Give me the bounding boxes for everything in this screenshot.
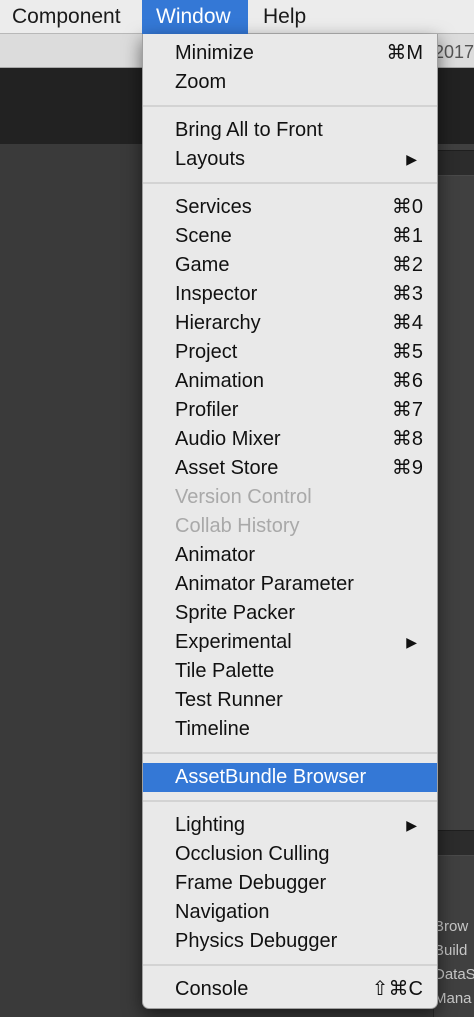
menu-item-shortcut: ⌘6 xyxy=(391,370,423,392)
menu-item-audio-mixer[interactable]: Audio Mixer ⌘8 xyxy=(143,425,437,454)
menu-item-label: Animator Parameter xyxy=(175,573,354,595)
menu-item-animator-parameter[interactable]: Animator Parameter xyxy=(143,570,437,599)
menu-item-label: Occlusion Culling xyxy=(175,843,330,865)
menu-item-label: Animation xyxy=(175,370,264,392)
menu-item-version-control: Version Control xyxy=(143,483,437,512)
menu-item-label: Timeline xyxy=(175,718,250,740)
menu-item-shortcut: ⌘0 xyxy=(391,196,423,218)
project-list-item[interactable]: Build xyxy=(434,942,467,959)
menu-item-services[interactable]: Services ⌘0 xyxy=(143,193,437,222)
project-list-item[interactable]: Brow xyxy=(434,918,468,935)
menu-item-label: Zoom xyxy=(175,71,227,93)
menu-item-label: Hierarchy xyxy=(175,312,261,334)
menu-item-label: Experimental xyxy=(175,631,292,653)
menu-item-occlusion-culling[interactable]: Occlusion Culling xyxy=(143,840,437,869)
menu-item-tile-palette[interactable]: Tile Palette xyxy=(143,657,437,686)
window-menu-dropdown: Minimize ⌘M Zoom Bring All to Front Layouts ▶… xyxy=(142,34,438,1009)
right-panel xyxy=(433,144,474,1017)
menu-item-assetbundle-browser[interactable]: AssetBundle Browser xyxy=(143,763,437,792)
menu-item-navigation[interactable]: Navigation xyxy=(143,898,437,927)
menu-item-zoom[interactable]: Zoom xyxy=(143,68,437,97)
menu-window[interactable]: Window xyxy=(142,0,248,34)
menu-separator xyxy=(143,800,437,802)
menu-separator xyxy=(143,105,437,107)
menu-item-collab-history: Collab History xyxy=(143,512,437,541)
menu-item-shortcut: ⌘5 xyxy=(391,341,423,363)
project-list-item[interactable]: Mana xyxy=(434,990,472,1007)
menu-item-shortcut: ⌘3 xyxy=(391,283,423,305)
menu-item-bring-all-to-front[interactable]: Bring All to Front xyxy=(143,116,437,145)
menu-item-shortcut: ⌘7 xyxy=(391,399,423,421)
menu-item-label: Sprite Packer xyxy=(175,602,296,624)
menu-item-experimental[interactable]: Experimental ▶ xyxy=(143,628,437,657)
menu-item-label: Asset Store xyxy=(175,457,279,479)
menu-item-timeline[interactable]: Timeline xyxy=(143,715,437,744)
menu-item-asset-store[interactable]: Asset Store ⌘9 xyxy=(143,454,437,483)
menu-item-physics-debugger[interactable]: Physics Debugger xyxy=(143,927,437,956)
menu-item-label: Scene xyxy=(175,225,232,247)
menu-item-hierarchy[interactable]: Hierarchy ⌘4 xyxy=(143,309,437,338)
menu-item-animator[interactable]: Animator xyxy=(143,541,437,570)
menu-item-layouts[interactable]: Layouts ▶ xyxy=(143,145,437,174)
menu-item-profiler[interactable]: Profiler ⌘7 xyxy=(143,396,437,425)
menu-separator xyxy=(143,182,437,184)
menu-item-label: Inspector xyxy=(175,283,258,305)
menu-item-label: Audio Mixer xyxy=(175,428,281,450)
menu-item-shortcut: ⌘4 xyxy=(391,312,423,334)
menu-item-label: Profiler xyxy=(175,399,239,421)
panel-header-strip xyxy=(434,830,474,856)
menu-item-shortcut: ⌘8 xyxy=(391,428,423,450)
menu-item-shortcut: ⌘2 xyxy=(391,254,423,276)
menu-item-label: Navigation xyxy=(175,901,270,923)
submenu-arrow-icon: ▶ xyxy=(406,634,417,650)
menu-item-label: Layouts xyxy=(175,148,246,170)
menu-item-console[interactable]: Console ⇧⌘C xyxy=(143,975,437,1004)
menu-item-label: Services xyxy=(175,196,252,218)
menu-item-inspector[interactable]: Inspector ⌘3 xyxy=(143,280,437,309)
menu-item-label: AssetBundle Browser xyxy=(175,766,367,788)
menu-separator xyxy=(143,752,437,754)
project-list-item[interactable]: DataS xyxy=(434,966,474,983)
menu-item-game[interactable]: Game ⌘2 xyxy=(143,251,437,280)
menu-item-label: Animator xyxy=(175,544,256,566)
menu-item-label: Project xyxy=(175,341,238,363)
menu-item-shortcut: ⇧⌘C xyxy=(371,978,423,1000)
menu-separator xyxy=(143,964,437,966)
menu-component[interactable]: Component xyxy=(0,0,142,34)
menu-item-label: Bring All to Front xyxy=(175,119,323,141)
menu-item-minimize[interactable]: Minimize ⌘M xyxy=(143,39,437,68)
menu-item-scene[interactable]: Scene ⌘1 xyxy=(143,222,437,251)
menu-item-label: Test Runner xyxy=(175,689,283,711)
menu-item-sprite-packer[interactable]: Sprite Packer xyxy=(143,599,437,628)
menu-item-label: Collab History xyxy=(175,515,300,537)
menu-item-label: Lighting xyxy=(175,814,246,836)
submenu-arrow-icon: ▶ xyxy=(406,151,417,167)
menu-item-label: Game xyxy=(175,254,230,276)
menu-item-frame-debugger[interactable]: Frame Debugger xyxy=(143,869,437,898)
menu-help[interactable]: Help xyxy=(248,0,318,34)
panel-header-strip xyxy=(434,150,474,176)
menu-item-label: Tile Palette xyxy=(175,660,275,682)
menu-item-project[interactable]: Project ⌘5 xyxy=(143,338,437,367)
menu-item-shortcut: ⌘M xyxy=(386,42,423,64)
menu-item-label: Minimize xyxy=(175,42,254,64)
menu-item-test-runner[interactable]: Test Runner xyxy=(143,686,437,715)
menu-item-label: Console xyxy=(175,978,249,1000)
menu-item-label: Physics Debugger xyxy=(175,930,338,952)
menu-item-animation[interactable]: Animation ⌘6 xyxy=(143,367,437,396)
menu-item-shortcut: ⌘9 xyxy=(391,457,423,479)
menu-item-label: Version Control xyxy=(175,486,312,508)
menu-item-lighting[interactable]: Lighting ▶ xyxy=(143,811,437,840)
editor-title-text: 2017 xyxy=(433,42,474,62)
menu-bar: Component Window Help xyxy=(0,0,474,34)
menu-item-label: Frame Debugger xyxy=(175,872,327,894)
submenu-arrow-icon: ▶ xyxy=(406,817,417,833)
menu-item-shortcut: ⌘1 xyxy=(391,225,423,247)
